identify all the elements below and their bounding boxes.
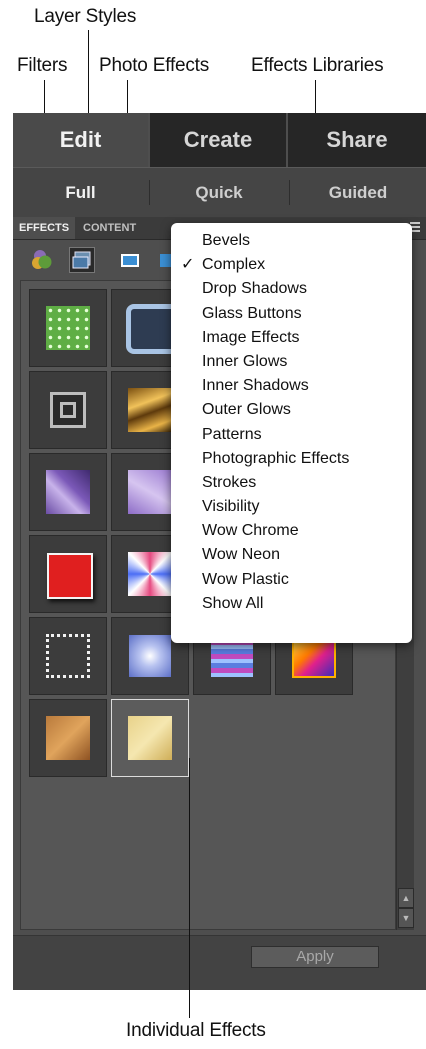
dropdown-item[interactable]: ✓ Complex xyxy=(171,253,412,277)
dropdown-item[interactable]: Inner Glows xyxy=(171,350,412,374)
dropdown-item[interactable]: Inner Shadows xyxy=(171,374,412,398)
subtab-guided[interactable]: Guided xyxy=(290,168,426,217)
dropdown-item[interactable]: Patterns xyxy=(171,423,412,447)
dropdown-item-label: Image Effects xyxy=(202,328,300,346)
effect-thumbnail[interactable] xyxy=(29,535,107,613)
dropdown-item[interactable]: Wow Plastic xyxy=(171,568,412,592)
tab-create[interactable]: Create xyxy=(150,113,286,167)
gold-texture-swatch xyxy=(128,388,172,432)
effect-thumbnail[interactable] xyxy=(29,617,107,695)
dropdown-item-label: Drop Shadows xyxy=(202,280,307,298)
effect-thumbnail[interactable] xyxy=(29,289,107,367)
dropdown-item-label: Inner Glows xyxy=(202,352,288,370)
apply-button[interactable]: Apply xyxy=(251,946,379,968)
subtab-full[interactable]: Full xyxy=(13,168,148,217)
dropdown-item-label: Show All xyxy=(202,594,264,612)
dropdown-item[interactable]: Drop Shadows xyxy=(171,277,412,301)
dropdown-item[interactable]: Wow Chrome xyxy=(171,519,412,543)
effect-thumbnail[interactable] xyxy=(29,371,107,449)
red-square-swatch xyxy=(47,553,93,599)
callout-photo-effects: Photo Effects xyxy=(99,55,210,76)
dropdown-item[interactable]: Outer Glows xyxy=(171,398,412,422)
panel-tab-content[interactable]: CONTENT xyxy=(77,217,142,239)
dropdown-item[interactable]: Image Effects xyxy=(171,326,412,350)
callout-individual-effects: Individual Effects xyxy=(126,1020,266,1041)
framed-square-swatch xyxy=(50,392,86,428)
effect-thumbnail[interactable] xyxy=(29,453,107,531)
dropdown-item-label: Patterns xyxy=(202,425,262,443)
dropdown-item[interactable]: Show All xyxy=(171,592,412,616)
panel-tab-effects[interactable]: EFFECTS xyxy=(13,217,76,239)
tab-share[interactable]: Share xyxy=(288,113,426,167)
dropdown-item-label: Visibility xyxy=(202,498,260,516)
effects-library-dropdown-menu: Bevels ✓ Complex Drop Shadows Glass Buttons I… xyxy=(171,223,412,643)
panel-bottom-bar: Apply xyxy=(13,935,426,990)
tab-edit[interactable]: Edit xyxy=(13,113,148,167)
dropdown-item[interactable]: Visibility xyxy=(171,495,412,519)
dropdown-item[interactable]: Photographic Effects xyxy=(171,447,412,471)
dropdown-item-label: Wow Plastic xyxy=(202,570,289,588)
dropdown-item[interactable]: Strokes xyxy=(171,471,412,495)
dropdown-item[interactable]: Glass Buttons xyxy=(171,302,412,326)
mode-tabs: Edit Create Share xyxy=(13,113,426,167)
brick-texture-swatch xyxy=(46,716,90,760)
pinwheel-swatch xyxy=(128,552,172,596)
filters-icon[interactable] xyxy=(30,247,56,273)
photo-effects-icon[interactable] xyxy=(117,247,143,273)
green-dots-pattern-swatch xyxy=(46,306,90,350)
dropdown-item[interactable]: Bevels xyxy=(171,229,412,253)
dropdown-item-label: Outer Glows xyxy=(202,401,291,419)
edit-subtabs: Full Quick Guided xyxy=(13,167,426,217)
dropdown-item-label: Wow Chrome xyxy=(202,522,299,540)
scroll-up-arrow[interactable]: ▲ xyxy=(398,888,414,908)
checkmark-icon: ✓ xyxy=(181,256,195,274)
dropdown-item-label: Wow Neon xyxy=(202,546,280,564)
dropdown-item-label: Strokes xyxy=(202,473,257,491)
subtab-quick[interactable]: Quick xyxy=(150,168,288,217)
effect-thumbnail[interactable] xyxy=(29,699,107,777)
leader-line-individual-effects xyxy=(189,758,190,1018)
dropdown-item-label: Bevels xyxy=(202,232,251,249)
callout-effects-libraries: Effects Libraries xyxy=(251,55,384,76)
layer-styles-icon[interactable] xyxy=(69,247,95,273)
parchment-texture-swatch xyxy=(128,716,172,760)
dropdown-item-label: Glass Buttons xyxy=(202,304,302,322)
blue-glow-swatch xyxy=(129,635,171,677)
scroll-down-arrow[interactable]: ▼ xyxy=(398,908,414,928)
dropdown-item-label: Complex xyxy=(202,256,266,274)
purple-texture-swatch xyxy=(46,470,90,514)
effect-thumbnail-selected[interactable] xyxy=(111,699,189,777)
callout-filters: Filters xyxy=(17,55,68,76)
dropdown-item-label: Photographic Effects xyxy=(202,449,350,467)
lilac-texture-swatch xyxy=(128,470,172,514)
callout-layer-styles: Layer Styles xyxy=(34,6,137,27)
dropdown-item[interactable]: Wow Neon xyxy=(171,543,412,567)
dropdown-item-label: Inner Shadows xyxy=(202,377,309,395)
dotted-border-swatch xyxy=(46,634,90,678)
